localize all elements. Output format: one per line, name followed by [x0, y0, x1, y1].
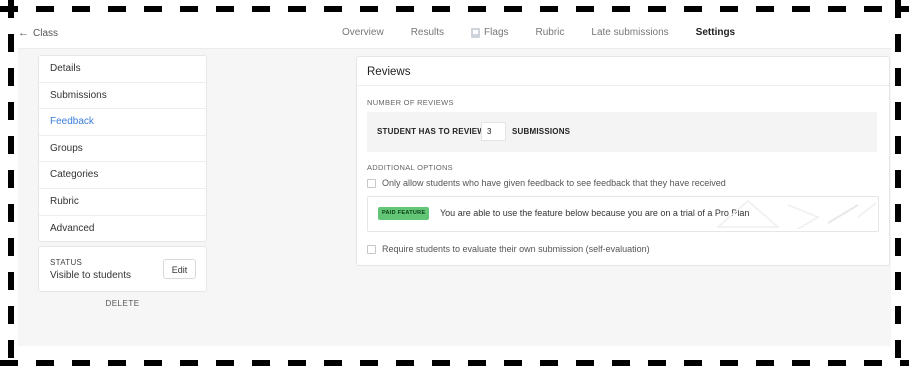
review-suffix-text: SUBMISSIONS [512, 127, 571, 136]
option-feedback-label: Only allow students who have given feedb… [382, 178, 726, 188]
status-label: STATUS [50, 258, 83, 267]
reviews-title: Reviews [357, 57, 889, 86]
review-count-input[interactable] [481, 122, 506, 141]
tab-label: Late submissions [591, 27, 669, 38]
back-link[interactable]: ← Class [18, 27, 58, 39]
number-of-reviews-label: NUMBER OF REVIEWS [367, 98, 454, 107]
frame-top-border [0, 6, 909, 12]
sidebar-item-feedback[interactable]: Feedback [39, 109, 206, 136]
sidebar-item-groups[interactable]: Groups [39, 136, 206, 163]
edit-status-button[interactable]: Edit [163, 259, 196, 279]
sidebar-item-rubric[interactable]: Rubric [39, 189, 206, 216]
frame-right-border [895, 0, 901, 370]
arrow-left-icon: ← [18, 27, 29, 39]
additional-options-label: ADDITIONAL OPTIONS [367, 163, 453, 172]
sidebar-item-categories[interactable]: Categories [39, 162, 206, 189]
paid-feature-badge: PAID FEATURE [378, 207, 430, 220]
self-evaluation-checkbox[interactable] [367, 244, 376, 254]
tab-results[interactable]: Results [411, 27, 444, 38]
sidebar-item-details[interactable]: Details [39, 56, 206, 83]
app-content: ← Class Overview Results Flags Rubric La… [18, 18, 891, 346]
frame-left-border [8, 0, 14, 370]
decorative-pattern-icon [715, 200, 877, 230]
settings-sidebar: Details Submissions Feedback Groups Cate… [38, 55, 207, 243]
option-feedback-row: Only allow students who have given feedb… [367, 178, 726, 188]
tab-overview[interactable]: Overview [342, 27, 384, 38]
reviews-panel: Reviews NUMBER OF REVIEWS STUDENT HAS TO… [356, 56, 890, 266]
delete-button[interactable]: DELETE [38, 299, 207, 308]
tab-flags[interactable]: Flags [471, 27, 509, 38]
paid-feature-text: You are able to use the feature below be… [440, 208, 750, 218]
frame-bottom-border [0, 360, 909, 366]
status-value: Visible to students [50, 270, 131, 281]
back-label: Class [33, 27, 59, 39]
sidebar-item-advanced[interactable]: Advanced [39, 216, 206, 242]
tab-bar: Overview Results Flags Rubric Late submi… [342, 27, 762, 38]
tab-label: Settings [695, 27, 736, 38]
tab-settings[interactable]: Settings [696, 27, 735, 38]
review-count-row: STUDENT HAS TO REVIEW SUBMISSIONS [367, 112, 877, 152]
review-prefix-text: STUDENT HAS TO REVIEW [377, 127, 486, 136]
top-navigation: ← Class Overview Results Flags Rubric La… [18, 18, 891, 49]
tab-label: Results [410, 27, 445, 38]
tab-label: Rubric [535, 27, 565, 38]
status-card: STATUS Visible to students Edit [38, 246, 207, 292]
tab-rubric[interactable]: Rubric [536, 27, 565, 38]
tab-late-submissions[interactable]: Late submissions [591, 27, 668, 38]
sidebar-item-submissions[interactable]: Submissions [39, 83, 206, 110]
option-self-eval-label: Require students to evaluate their own s… [382, 244, 650, 254]
paid-feature-banner: PAID FEATURE You are able to use the fea… [367, 196, 879, 232]
tab-label: Overview [342, 27, 384, 38]
tab-label: Flags [484, 27, 509, 38]
feedback-restriction-checkbox[interactable] [367, 178, 376, 188]
option-self-eval-row: Require students to evaluate their own s… [367, 244, 650, 254]
flag-icon [471, 27, 481, 38]
